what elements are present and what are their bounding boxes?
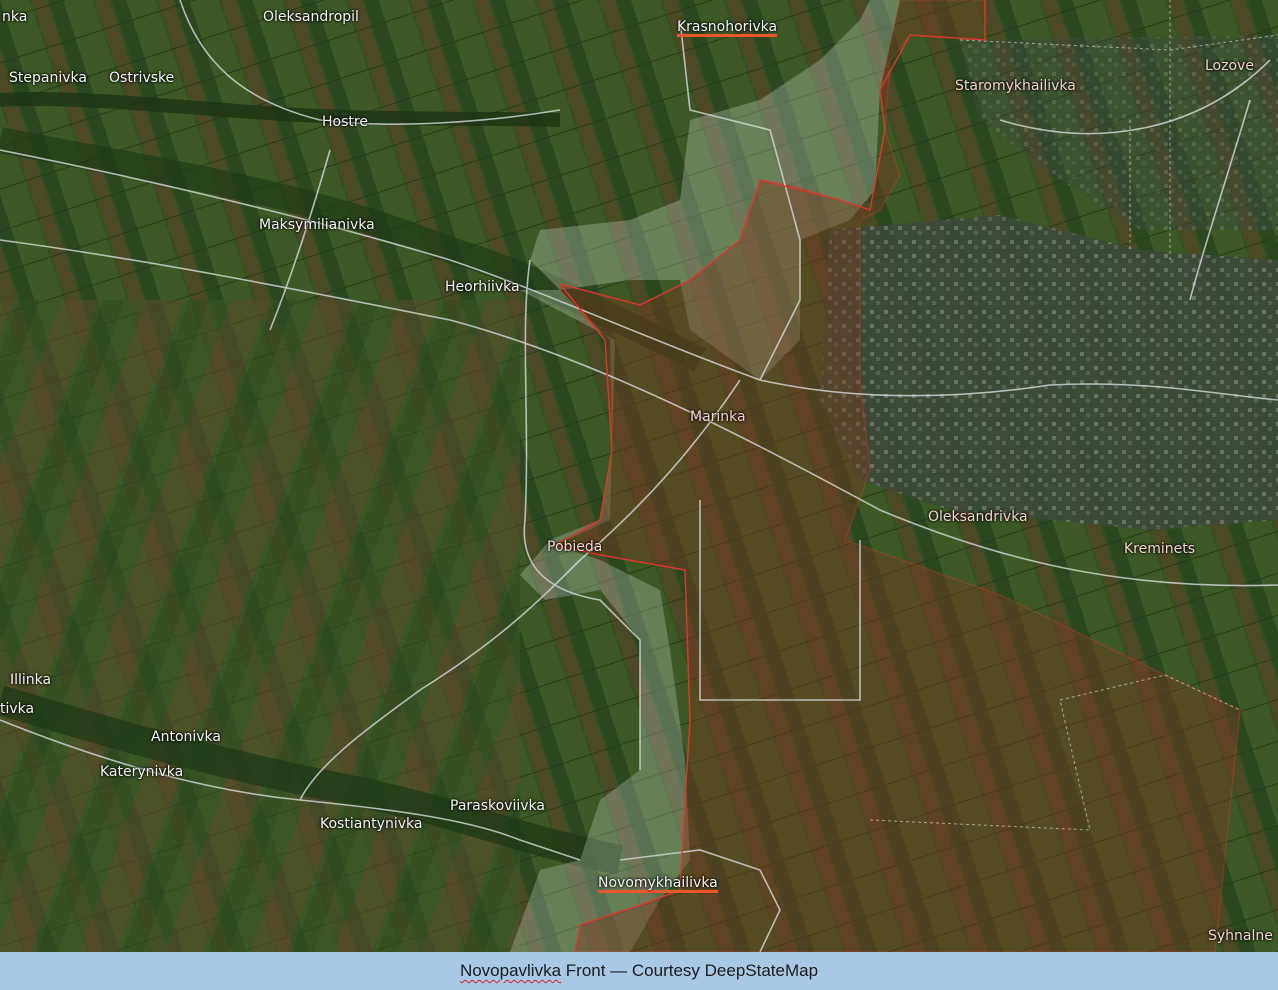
town-label-hostre: Hostre: [322, 114, 368, 130]
town-label-kostiantynivka: Kostiantynivka: [320, 816, 423, 832]
town-label-nka: nka: [2, 9, 28, 25]
map-canvas: [0, 0, 1278, 952]
town-label-pobieda: Pobieda: [547, 539, 603, 555]
caption-credit: Front — Courtesy DeepStateMap: [561, 961, 819, 980]
town-label-oleksandropil: Oleksandropil: [263, 9, 359, 25]
town-label-paraskoviivka: Paraskoviivka: [450, 798, 545, 814]
town-label-ostrivske: Ostrivske: [109, 70, 175, 86]
caption-front-name: Novopavlivka: [459, 961, 562, 980]
town-label-tivka: tivka: [0, 701, 35, 717]
terrain-west: [0, 300, 520, 952]
town-label-katerynivka: Katerynivka: [100, 764, 184, 780]
town-label-marinka: Marinka: [690, 409, 746, 425]
map-view[interactable]: nka Oleksandropil Krasnohorivka Stepaniv…: [0, 0, 1278, 952]
town-label-kreminets: Kreminets: [1124, 541, 1196, 557]
town-label-maksymilianivka: Maksymilianivka: [259, 217, 375, 233]
town-label-antonivka: Antonivka: [151, 729, 221, 745]
town-label-oleksandrivka: Oleksandrivka: [928, 509, 1028, 525]
town-label-krasnohorivka: Krasnohorivka: [677, 19, 778, 37]
town-label-heorhiivka: Heorhiivka: [445, 279, 520, 295]
urban-area: [820, 215, 1278, 530]
town-label-synhalne: Syhnalne: [1208, 928, 1273, 944]
town-label-lozove: Lozove: [1205, 58, 1254, 74]
town-label-staromykhailivka: Staromykhailivka: [955, 78, 1076, 94]
town-label-novomykhailivka: Novomykhailivka: [598, 875, 718, 893]
town-label-stepanivka: Stepanivka: [9, 70, 87, 86]
caption-bar: Novopavlivka Front — Courtesy DeepStateM…: [0, 952, 1278, 990]
caption-text: Novopavlivka Front — Courtesy DeepStateM…: [460, 961, 818, 981]
town-label-illinka: Illinka: [10, 672, 52, 688]
